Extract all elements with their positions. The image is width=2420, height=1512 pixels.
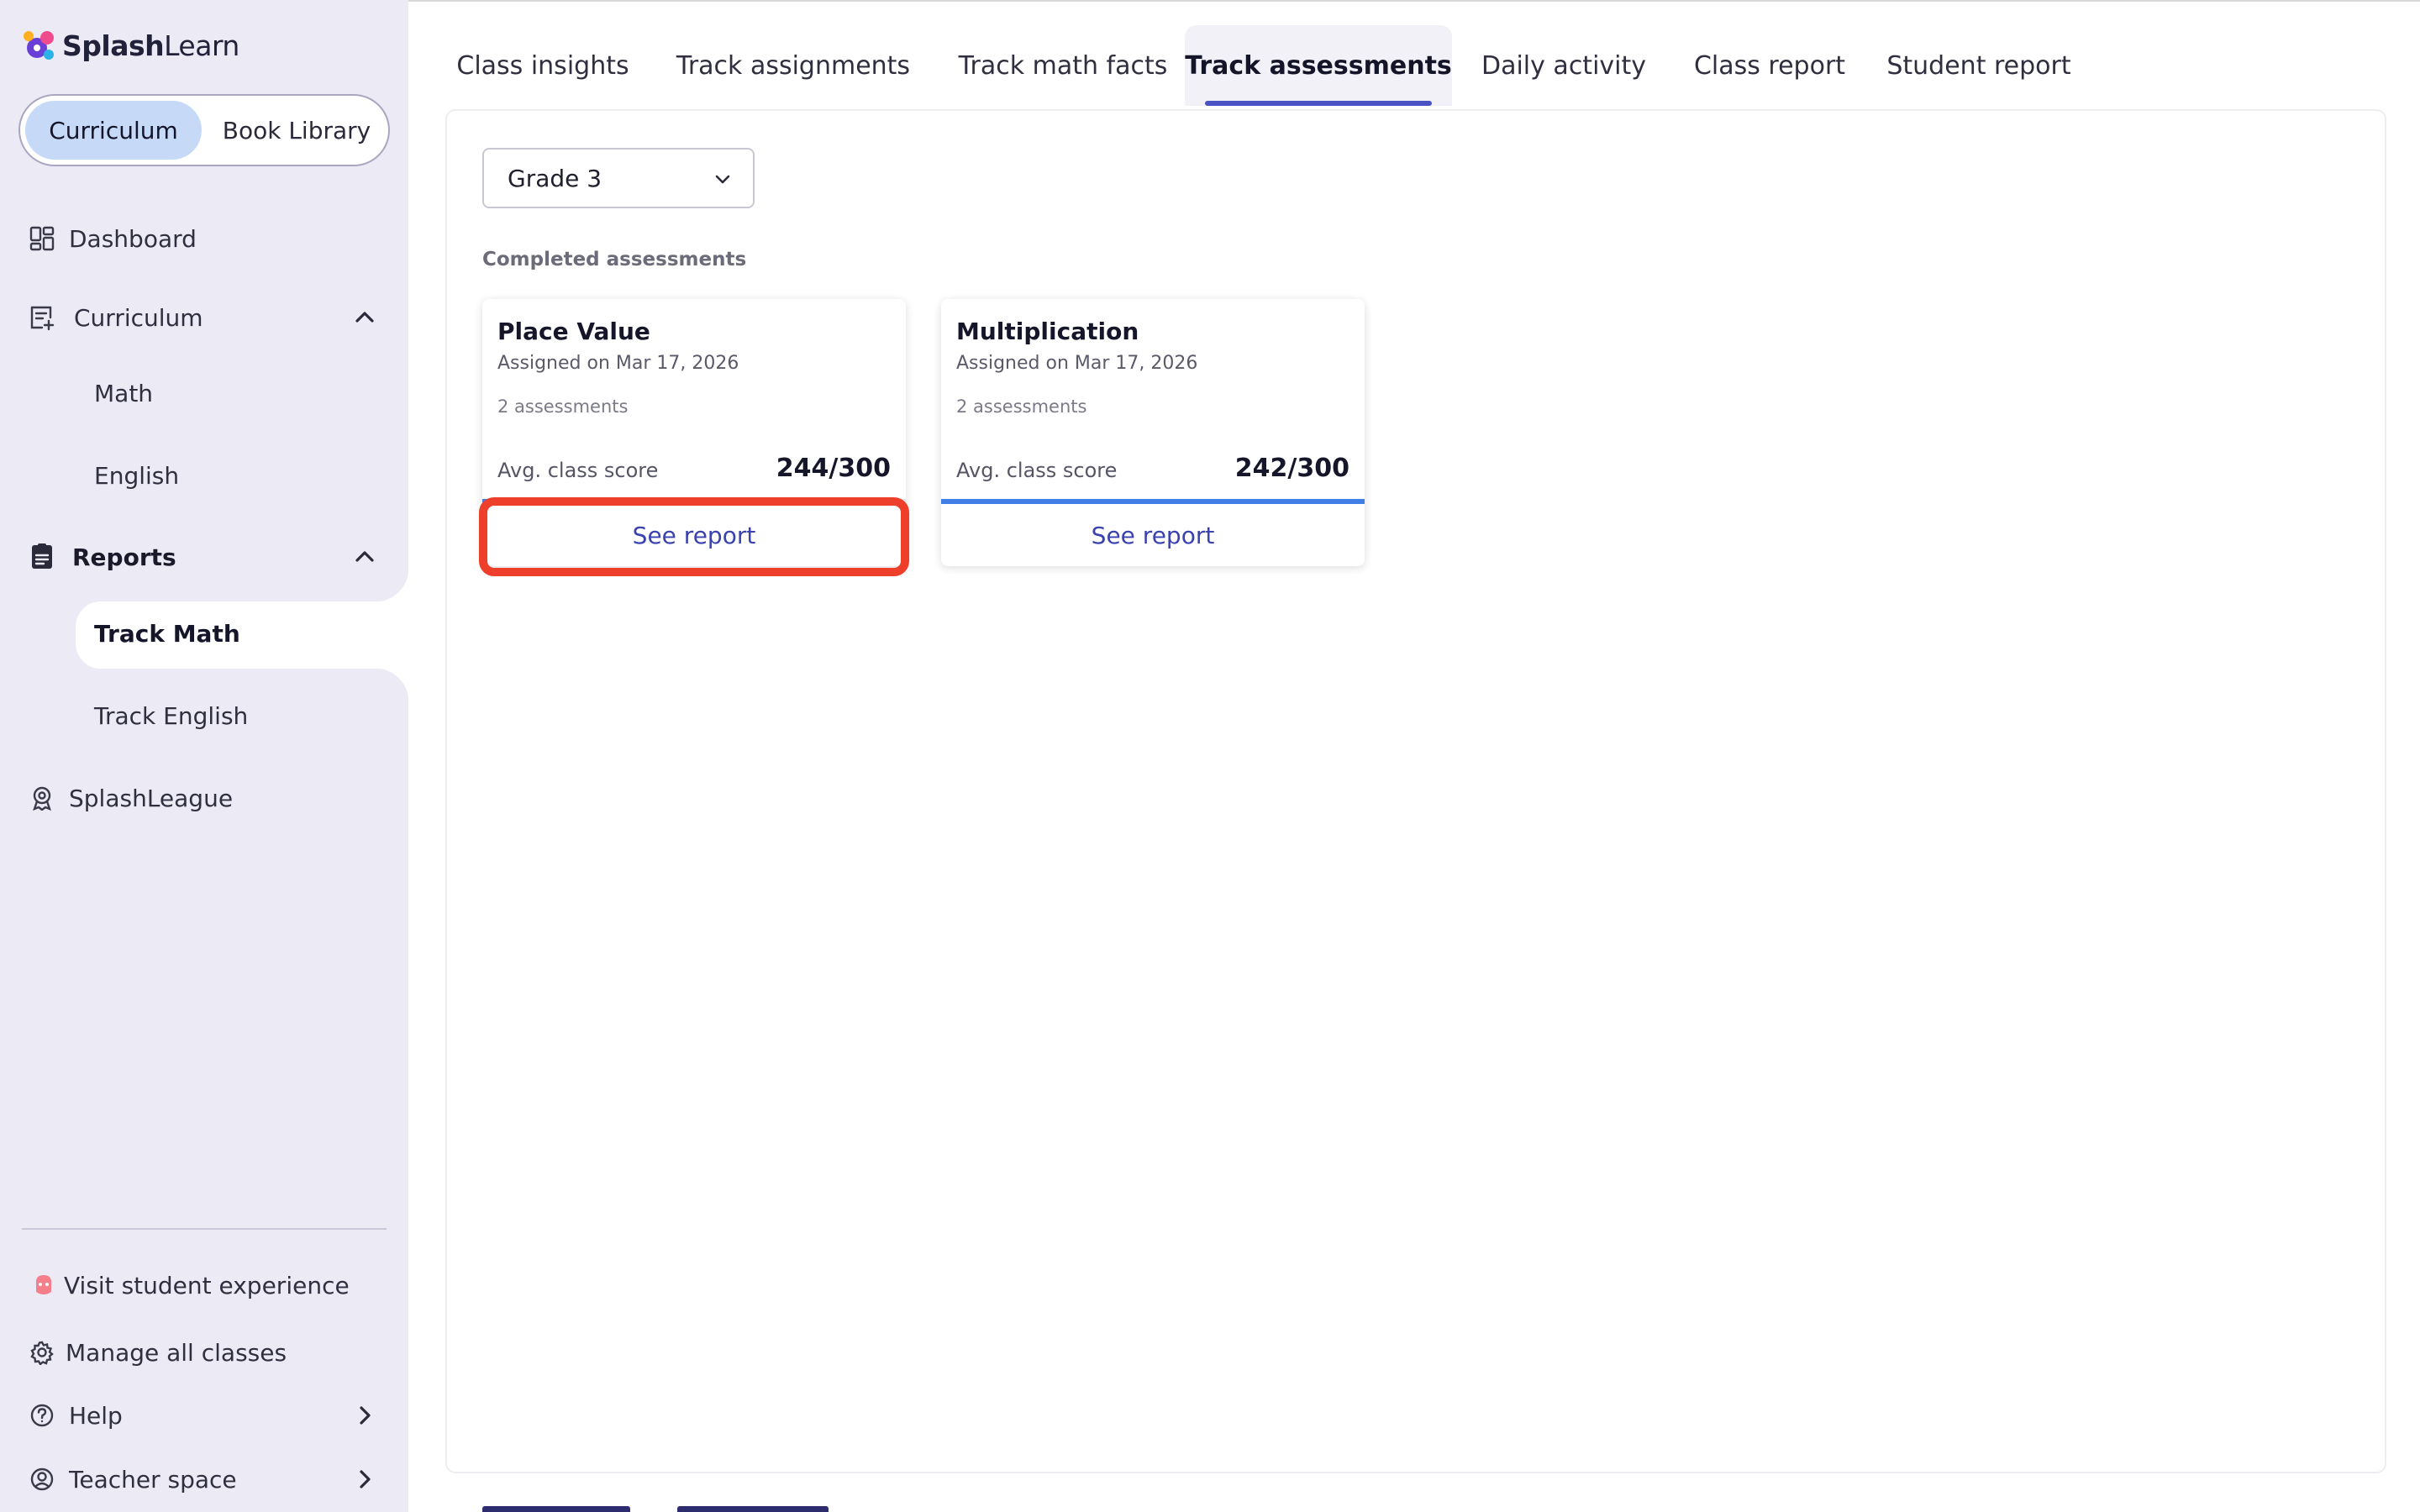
sidebar-item-splashleague[interactable]: SplashLeague bbox=[0, 781, 408, 815]
bottom-action-button[interactable] bbox=[677, 1506, 829, 1512]
avg-score-label: Avg. class score bbox=[497, 459, 659, 482]
assessment-card: Multiplication Assigned on Mar 17, 2026 … bbox=[941, 299, 1365, 566]
assessment-card: Place Value Assigned on Mar 17, 2026 2 a… bbox=[482, 299, 906, 566]
tab-label: Student report bbox=[1886, 50, 2071, 81]
tab-label: Track math facts bbox=[958, 50, 1168, 81]
grade-select[interactable]: Grade 3 bbox=[482, 148, 755, 208]
sidebar-divider bbox=[22, 1228, 387, 1230]
top-border bbox=[408, 0, 2420, 2]
chevron-right-icon bbox=[360, 1406, 371, 1425]
dashboard-icon bbox=[27, 223, 57, 254]
bottom-action-button[interactable] bbox=[482, 1506, 630, 1512]
tab-label: Track assignments bbox=[676, 50, 911, 81]
sidebar-subitem-track-english[interactable]: Track English bbox=[94, 702, 248, 730]
sidebar-item-label: Teacher space bbox=[69, 1465, 237, 1494]
sidebar-item-label: Curriculum bbox=[74, 303, 203, 332]
tab-label: Track assessments bbox=[1185, 50, 1452, 81]
sidebar-item-label: SplashLeague bbox=[69, 784, 234, 812]
splashlearn-logo-icon bbox=[24, 31, 54, 60]
chevron-up-icon[interactable] bbox=[350, 302, 380, 333]
splashleague-icon bbox=[27, 783, 57, 813]
sidebar-item-label: Help bbox=[69, 1401, 123, 1430]
see-report-button[interactable]: See report bbox=[941, 504, 1365, 566]
avg-score-value: 242/300 bbox=[1234, 454, 1349, 483]
splashlearn-logo[interactable]: SplashLearn bbox=[18, 24, 239, 67]
brand-name: SplashLearn bbox=[62, 29, 239, 62]
student-icon bbox=[29, 1270, 59, 1300]
active-tab-indicator bbox=[1205, 101, 1432, 106]
assessment-count: 2 assessments bbox=[497, 396, 629, 417]
tab-class-insights[interactable]: Class insights bbox=[452, 25, 634, 106]
sidebar-item-label: Reports bbox=[72, 543, 176, 571]
help-menu[interactable]: Help bbox=[0, 1399, 408, 1432]
see-report-button[interactable]: See report bbox=[482, 504, 906, 566]
sidebar-subitem-track-math[interactable]: Track Math bbox=[94, 620, 240, 648]
sidebar-item-label: Visit student experience bbox=[64, 1271, 350, 1299]
curriculum-library-switch: Curriculum Book Library bbox=[18, 94, 390, 166]
chevron-down-icon bbox=[715, 175, 730, 184]
tab-daily-activity[interactable]: Daily activity bbox=[1479, 25, 1649, 106]
tab-student-report[interactable]: Student report bbox=[1886, 25, 2072, 106]
sidebar-item-dashboard[interactable]: Dashboard bbox=[0, 222, 408, 255]
manage-all-classes-link[interactable]: Manage all classes bbox=[0, 1336, 408, 1369]
sidebar-subitem-english[interactable]: English bbox=[94, 462, 179, 490]
sidebar-item-curriculum[interactable]: Curriculum bbox=[0, 301, 408, 334]
assigned-date: Assigned on Mar 17, 2026 bbox=[956, 353, 1198, 374]
user-circle-icon bbox=[27, 1464, 57, 1494]
avg-score-label: Avg. class score bbox=[956, 459, 1118, 482]
tab-track-assignments[interactable]: Track assignments bbox=[672, 25, 914, 106]
reports-icon bbox=[27, 542, 57, 572]
section-label: Completed assessments bbox=[482, 249, 747, 270]
help-icon bbox=[27, 1400, 57, 1431]
curriculum-icon bbox=[27, 302, 57, 333]
sidebar-item-reports[interactable]: Reports bbox=[0, 540, 408, 574]
assessment-count: 2 assessments bbox=[956, 396, 1087, 417]
avg-score-value: 244/300 bbox=[776, 454, 891, 483]
teacher-space-menu[interactable]: Teacher space bbox=[0, 1462, 408, 1496]
tab-label: Class insights bbox=[456, 50, 629, 81]
curriculum-toggle-button[interactable]: Curriculum bbox=[25, 101, 202, 160]
assessment-title: Multiplication bbox=[956, 318, 1139, 345]
tab-track-math-facts[interactable]: Track math facts bbox=[953, 25, 1173, 106]
grade-select-value: Grade 3 bbox=[508, 164, 602, 192]
tab-label: Class report bbox=[1693, 50, 1846, 81]
assigned-date: Assigned on Mar 17, 2026 bbox=[497, 353, 739, 374]
tab-class-report[interactable]: Class report bbox=[1687, 25, 1852, 106]
sidebar-item-label: Dashboard bbox=[69, 224, 197, 253]
tab-track-assessments[interactable]: Track assessments bbox=[1185, 25, 1452, 106]
assessment-title: Place Value bbox=[497, 318, 650, 345]
sidebar: SplashLearn Curriculum Book Library Dash… bbox=[0, 0, 408, 1512]
book-library-toggle-button[interactable]: Book Library bbox=[207, 101, 387, 160]
sidebar-subitem-math[interactable]: Math bbox=[94, 380, 153, 407]
gear-icon bbox=[27, 1337, 57, 1368]
visit-student-experience-link[interactable]: Visit student experience bbox=[0, 1268, 408, 1302]
tab-label: Daily activity bbox=[1481, 50, 1647, 81]
chevron-right-icon bbox=[360, 1470, 371, 1488]
sidebar-item-label: Manage all classes bbox=[66, 1338, 287, 1367]
